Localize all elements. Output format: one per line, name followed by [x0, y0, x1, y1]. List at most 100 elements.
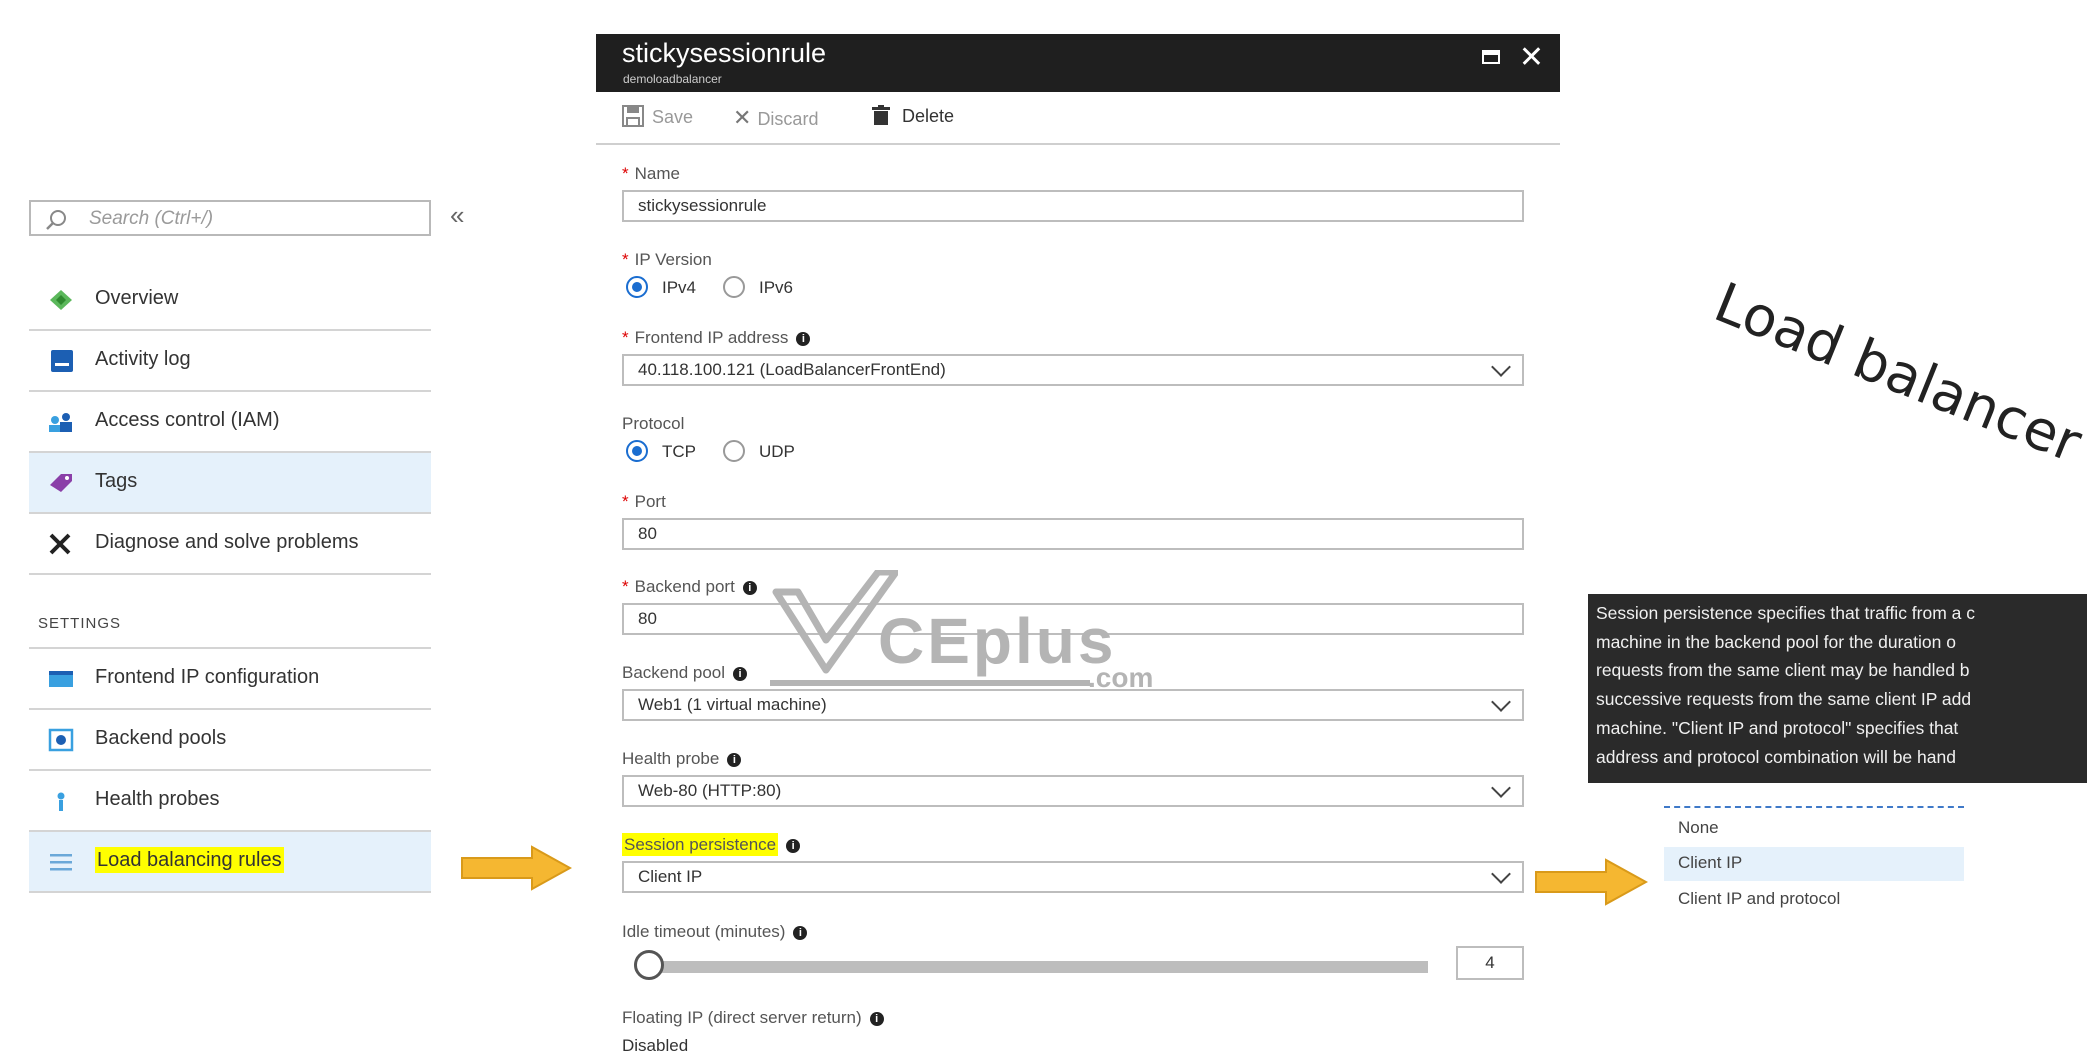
sidebar-item-label: Backend pools — [95, 727, 227, 749]
dropdown-option-client-ip-and-protocol[interactable]: Client IP and protocol — [1664, 883, 1964, 917]
sidebar-item-load-balancing-rules[interactable]: Load balancing rules — [29, 832, 431, 892]
session-persistence-tooltip: Session persistence specifies that traff… — [1588, 594, 2087, 783]
info-icon[interactable]: i — [796, 332, 811, 346]
health-probe-label: Health probe i — [622, 749, 742, 769]
discard-icon: ✕ — [733, 105, 752, 130]
health-probe-select[interactable]: Web-80 (HTTP:80) — [622, 775, 1524, 807]
udp-label: UDP — [759, 442, 795, 461]
info-icon[interactable]: i — [786, 839, 801, 853]
list-icon — [50, 854, 72, 871]
idle-timeout-slider-handle[interactable] — [634, 950, 664, 980]
chevron-down-icon — [1491, 778, 1511, 798]
watermark-suffix: .com — [1088, 662, 1154, 693]
overview-icon — [50, 290, 72, 310]
search-icon — [46, 210, 66, 230]
blade-title: stickysessionrule — [622, 38, 827, 68]
backend-port-label: * Backend port i — [622, 577, 757, 597]
iam-icon — [49, 413, 72, 432]
arrow-right-icon — [461, 845, 572, 891]
trash-icon — [872, 105, 890, 125]
dropdown-option-client-ip[interactable]: Client IP — [1664, 847, 1964, 881]
save-icon — [622, 105, 644, 127]
udp-radio[interactable] — [723, 440, 745, 462]
name-label: * Name — [622, 164, 680, 183]
sidebar-item-label: Health probes — [95, 788, 220, 810]
sidebar-item-diagnose[interactable]: Diagnose and solve problems — [29, 514, 431, 574]
dropdown-focus-line — [1664, 806, 1964, 808]
frontend-ip-select[interactable]: 40.118.100.121 (LoadBalancerFrontEnd) — [622, 354, 1524, 386]
sidebar-item-label: Diagnose and solve problems — [95, 531, 359, 553]
floating-ip-value: Disabled — [622, 1036, 689, 1055]
ipv6-radio[interactable] — [723, 276, 745, 298]
chevron-down-icon — [1491, 864, 1511, 884]
idle-timeout-slider-track[interactable] — [640, 961, 1428, 973]
tooltip-line: requests from the same client may be han… — [1596, 660, 1970, 681]
save-button[interactable]: Save — [622, 105, 693, 128]
info-icon[interactable]: i — [727, 753, 742, 767]
sidebar-item-health-probes[interactable]: Health probes — [29, 771, 431, 831]
search-placeholder: Search (Ctrl+/) — [89, 208, 214, 229]
discard-button[interactable]: ✕ Discard — [733, 105, 818, 131]
ip-version-label: * IP Version — [622, 250, 712, 269]
arrow-right-icon — [1535, 858, 1648, 906]
backend-pool-select[interactable]: Web1 (1 virtual machine) — [622, 689, 1524, 721]
handwritten-annotation: Load balancer c — [1706, 270, 2087, 493]
frontend-ip-icon — [49, 671, 73, 687]
tooltip-line: successive requests from the same client… — [1596, 689, 1972, 710]
sidebar-item-overview[interactable]: Overview — [29, 270, 431, 330]
idle-timeout-label: Idle timeout (minutes) i — [622, 922, 808, 942]
backend-pool-label: Backend pool i — [622, 663, 748, 683]
protocol-label: Protocol — [622, 414, 685, 433]
info-icon[interactable]: i — [733, 667, 748, 681]
session-persistence-select[interactable]: Client IP — [622, 861, 1524, 893]
chevron-down-icon — [1491, 357, 1511, 377]
tag-icon — [50, 474, 72, 492]
ipv4-radio[interactable] — [626, 276, 648, 298]
tcp-radio[interactable] — [626, 440, 648, 462]
close-icon[interactable]: ✕ — [1519, 40, 1544, 75]
search-input[interactable]: Search (Ctrl+/) — [29, 200, 431, 236]
sidebar-item-frontend-ip[interactable]: Frontend IP configuration — [29, 649, 431, 709]
blade-subtitle: demoloadbalancer — [623, 72, 722, 86]
tcp-label: TCP — [662, 442, 696, 461]
session-persistence-label: Session persistence i — [622, 833, 801, 856]
sidebar-item-backend-pools[interactable]: Backend pools — [29, 710, 431, 770]
sidebar-item-label: Overview — [95, 287, 179, 309]
dropdown-option-none[interactable]: None — [1664, 812, 1964, 846]
port-input[interactable]: 80 — [622, 518, 1524, 550]
ipv4-label: IPv4 — [662, 278, 697, 297]
info-icon[interactable]: i — [793, 926, 808, 940]
sidebar-item-activity-log[interactable]: Activity log — [29, 331, 431, 391]
tooltip-line: Session persistence specifies that traff… — [1596, 603, 1976, 623]
activity-log-icon — [51, 350, 73, 372]
idle-timeout-input[interactable]: 4 — [1456, 946, 1524, 980]
tooltip-line: machine. "Client IP and protocol" specif… — [1596, 717, 1959, 738]
sidebar-item-label: Tags — [95, 470, 138, 492]
info-icon[interactable]: i — [742, 581, 757, 595]
sidebar-item-tags[interactable]: Tags — [29, 453, 431, 513]
name-input[interactable]: stickysessionrule — [622, 190, 1524, 222]
collapse-sidebar-button[interactable]: « — [450, 200, 464, 231]
divider — [29, 573, 431, 575]
health-probe-icon — [57, 792, 65, 811]
tooltip-line: address and protocol combination will be… — [1596, 746, 1956, 767]
ipv6-label: IPv6 — [759, 278, 794, 297]
divider — [29, 891, 431, 893]
port-label: * Port — [622, 492, 666, 511]
watermark-brand: CEplus — [878, 605, 1117, 677]
floating-ip-label: Floating IP (direct server return) i — [622, 1008, 884, 1028]
sidebar-item-label: Frontend IP configuration — [95, 666, 320, 688]
sidebar-item-label: Load balancing rules — [95, 847, 284, 873]
tooltip-line: machine in the backend pool for the dura… — [1596, 631, 1956, 652]
frontend-ip-label: * Frontend IP address i — [622, 328, 811, 348]
sidebar-item-access-control[interactable]: Access control (IAM) — [29, 392, 431, 452]
maximize-icon[interactable] — [1482, 50, 1500, 64]
delete-button[interactable]: Delete — [872, 105, 954, 127]
sidebar-item-label: Access control (IAM) — [95, 409, 280, 431]
blade-header: stickysessionrule demoloadbalancer ✕ — [596, 34, 1560, 92]
settings-section-heading: SETTINGS — [38, 615, 122, 632]
chevron-down-icon — [1491, 692, 1511, 712]
toolbar-divider — [596, 143, 1560, 145]
info-icon[interactable]: i — [869, 1012, 884, 1026]
wrench-icon — [49, 533, 71, 555]
